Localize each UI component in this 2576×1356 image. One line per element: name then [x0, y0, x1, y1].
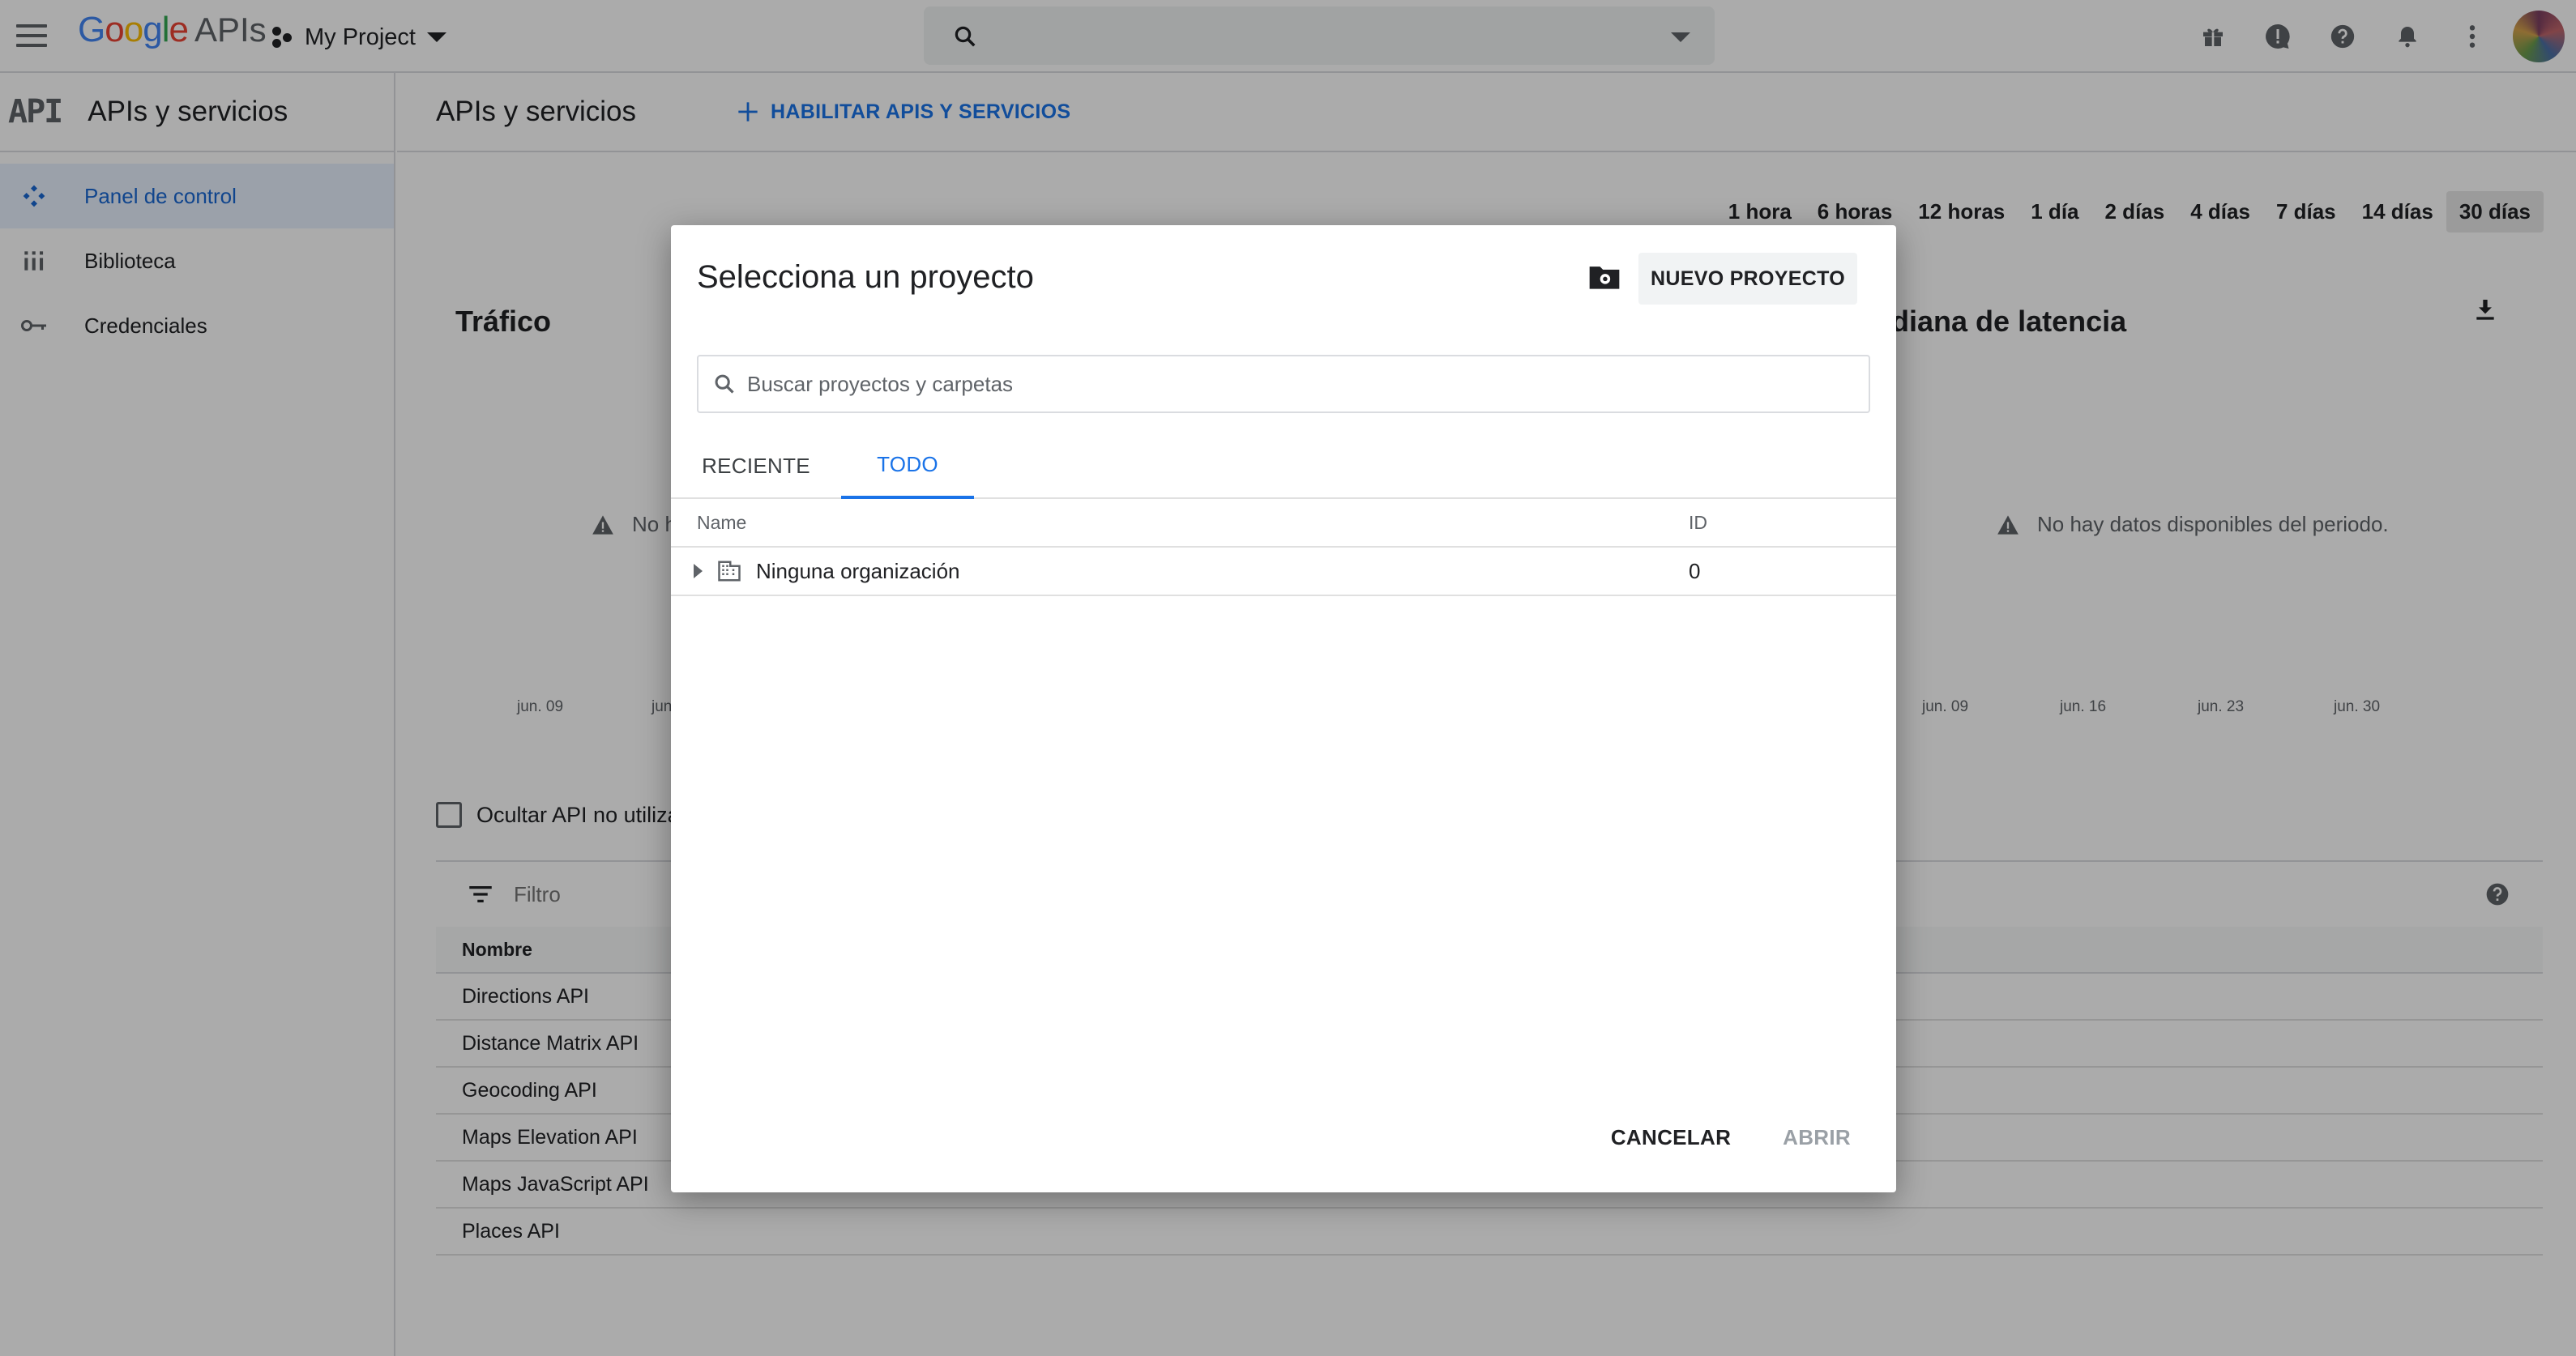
dialog-title: Selecciona un proyecto [697, 259, 1034, 295]
dialog-actions: CANCELAR ABRIR [1611, 1125, 1851, 1150]
dialog-tabs: RECIENTE TODO [671, 433, 1896, 499]
project-name: Ninguna organización [756, 558, 960, 583]
new-project-button[interactable]: NUEVO PROYECTO [1638, 253, 1857, 305]
tab-all[interactable]: TODO [841, 433, 974, 499]
expand-arrow-icon[interactable] [694, 564, 703, 578]
search-placeholder: Buscar proyectos y carpetas [747, 371, 1014, 396]
project-row[interactable]: Ninguna organización 0 [671, 548, 1896, 596]
project-row-name-cell: Ninguna organización [671, 559, 1689, 584]
project-table: Name ID Ninguna organización 0 [671, 499, 1896, 596]
folder-settings-icon[interactable] [1587, 259, 1622, 295]
select-project-dialog: Selecciona un proyecto NUEVO PROYECTO Bu… [671, 225, 1896, 1192]
column-id: ID [1689, 511, 1707, 533]
tab-recent[interactable]: RECIENTE [671, 433, 841, 499]
cancel-button[interactable]: CANCELAR [1611, 1125, 1731, 1150]
column-name: Name [697, 511, 747, 533]
organization-icon [718, 561, 741, 582]
project-table-header: Name ID [671, 499, 1896, 548]
search-icon [715, 374, 734, 394]
open-button[interactable]: ABRIR [1783, 1125, 1851, 1150]
project-id: 0 [1689, 558, 1701, 583]
project-search-input[interactable]: Buscar proyectos y carpetas [697, 355, 1870, 413]
